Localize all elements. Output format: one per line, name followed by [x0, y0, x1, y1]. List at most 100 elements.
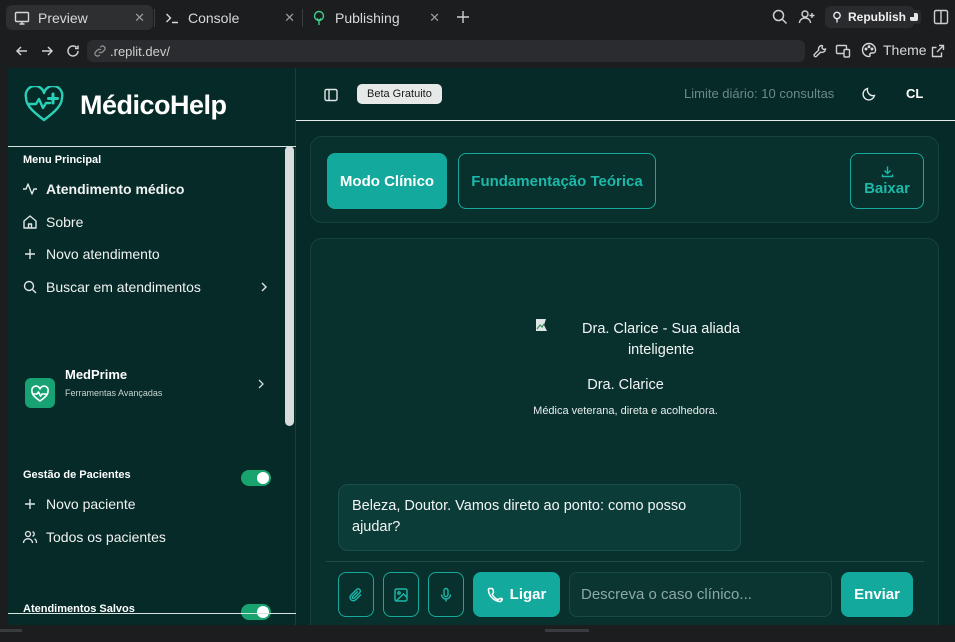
- avatar[interactable]: CL: [906, 86, 923, 101]
- daily-limit-text: Limite diário: 10 consultas: [684, 86, 835, 101]
- devtools-icon[interactable]: [907, 10, 921, 24]
- tab-label: Console: [188, 9, 240, 26]
- sidebar-item-atendimento[interactable]: Atendimento médico: [22, 178, 184, 200]
- republish-label: Republish: [848, 10, 907, 24]
- sidebar-toggle-icon[interactable]: [323, 87, 339, 103]
- divider: [296, 120, 955, 121]
- broken-image-icon: [535, 318, 551, 332]
- chat-panel: Dra. Clarice - Sua aliada inteligente Dr…: [310, 238, 939, 625]
- publish-icon: [311, 10, 327, 26]
- browser-tab-bar: Preview ✕ Console ✕ Publishing ✕ Republi…: [0, 0, 955, 34]
- theme-button[interactable]: Theme: [861, 42, 927, 58]
- main-content: Beta Gratuito Limite diário: 10 consulta…: [296, 68, 955, 625]
- republish-button[interactable]: Republish: [825, 6, 915, 28]
- paperclip-icon: [348, 587, 364, 603]
- sidebar-item-buscar[interactable]: Buscar em atendimentos: [22, 276, 201, 298]
- case-description-input[interactable]: [569, 572, 832, 617]
- sidebar-item-sobre[interactable]: Sobre: [22, 211, 83, 233]
- send-button[interactable]: Enviar: [841, 572, 913, 617]
- tab-console[interactable]: Console ✕: [156, 5, 303, 30]
- home-icon: [22, 214, 38, 230]
- tab-label: Publishing: [335, 9, 400, 26]
- monitor-icon: [14, 10, 30, 26]
- brand-name[interactable]: MédicoHelp: [80, 90, 227, 121]
- saved-toggle[interactable]: [241, 604, 271, 620]
- sidebar-item-novo-atendimento[interactable]: Novo atendimento: [22, 243, 160, 265]
- divider: [8, 613, 296, 614]
- plus-icon: [22, 246, 38, 262]
- tab-preview[interactable]: Preview ✕: [6, 5, 153, 30]
- sidebar-item-label: Atendimento médico: [46, 181, 185, 197]
- sidebar-item-label: Novo paciente: [46, 496, 136, 512]
- download-button[interactable]: Baixar: [850, 153, 924, 209]
- bot-name: Dra. Clarice: [587, 377, 664, 393]
- activity-icon: [22, 181, 38, 197]
- search-icon: [22, 279, 38, 295]
- attach-button[interactable]: [338, 572, 374, 617]
- sidebar-item-todos-pacientes[interactable]: Todos os pacientes: [22, 526, 166, 548]
- address-bar: .replit.dev/ Theme: [0, 34, 955, 68]
- clinical-mode-button[interactable]: Modo Clínico: [327, 153, 447, 209]
- sidebar-scrollbar[interactable]: [285, 146, 294, 426]
- tab-label: Preview: [38, 9, 88, 26]
- download-icon: [881, 165, 894, 178]
- tab-divider: [154, 9, 155, 27]
- call-label: Ligar: [509, 586, 547, 603]
- chevron-right-icon[interactable]: [258, 281, 270, 293]
- patients-group-title: Gestão de Pacientes: [23, 469, 131, 481]
- palette-icon: [861, 42, 877, 58]
- divider: [326, 561, 924, 562]
- sidebar-item-novo-paciente[interactable]: Novo paciente: [22, 493, 136, 515]
- bot-description: Médica veterana, direta e acolhedora.: [533, 405, 718, 417]
- reload-icon[interactable]: [65, 43, 81, 59]
- app-viewport: MédicoHelp Menu Principal Atendimento mé…: [8, 68, 955, 625]
- theory-mode-button[interactable]: Fundamentação Teórica: [458, 153, 656, 209]
- sidebar-item-label: Novo atendimento: [46, 246, 160, 262]
- plus-icon: [22, 496, 38, 512]
- moon-icon[interactable]: [861, 86, 877, 102]
- sidebar-item-label: Buscar em atendimentos: [46, 279, 201, 295]
- close-tab-icon[interactable]: ✕: [429, 10, 440, 26]
- theme-label: Theme: [883, 42, 927, 58]
- new-tab-icon[interactable]: [454, 8, 472, 26]
- medprime-title[interactable]: MedPrime: [65, 367, 127, 382]
- microphone-icon: [438, 587, 454, 603]
- add-user-icon[interactable]: [798, 8, 816, 26]
- link-icon: [93, 44, 107, 58]
- call-button[interactable]: Ligar: [473, 572, 560, 617]
- close-tab-icon[interactable]: ✕: [284, 10, 295, 26]
- divider: [8, 146, 296, 147]
- download-label: Baixar: [864, 180, 910, 197]
- sidebar-item-label: Sobre: [46, 214, 84, 230]
- wrench-icon[interactable]: [812, 43, 828, 59]
- close-tab-icon[interactable]: ✕: [134, 10, 145, 26]
- users-icon: [22, 529, 38, 545]
- medprime-subtitle: Ferramentas Avançadas: [65, 388, 163, 398]
- doctor-image-alt: Dra. Clarice - Sua aliada inteligente: [582, 321, 740, 358]
- devices-icon[interactable]: [835, 43, 851, 59]
- split-pane-icon[interactable]: [932, 8, 950, 26]
- phone-icon: [487, 587, 503, 603]
- image-upload-button[interactable]: [383, 572, 419, 617]
- medprime-heart-icon[interactable]: [25, 378, 55, 408]
- divider: [0, 629, 22, 632]
- open-external-icon[interactable]: [930, 43, 946, 59]
- chevron-right-icon[interactable]: [255, 378, 267, 390]
- back-arrow-icon[interactable]: [14, 43, 30, 59]
- sidebar: MédicoHelp Menu Principal Atendimento mé…: [8, 68, 296, 625]
- menu-group-title: Menu Principal: [23, 154, 102, 166]
- forward-arrow-icon[interactable]: [39, 43, 55, 59]
- heart-pulse-logo-icon: [24, 86, 64, 124]
- patients-toggle[interactable]: [241, 470, 271, 486]
- tab-publishing[interactable]: Publishing ✕: [303, 5, 448, 30]
- search-icon[interactable]: [771, 8, 789, 26]
- assistant-message: Beleza, Doutor. Vamos direto ao ponto: c…: [338, 484, 741, 551]
- mode-selector-card: Modo Clínico Fundamentação Teórica Baixa…: [310, 136, 939, 223]
- window-bottom-edge: [0, 625, 955, 642]
- sidebar-item-label: Todos os pacientes: [46, 529, 166, 545]
- url-text: .replit.dev/: [110, 43, 170, 59]
- url-field[interactable]: .replit.dev/: [87, 40, 805, 62]
- divider: [545, 629, 589, 632]
- terminal-icon: [164, 10, 180, 26]
- voice-input-button[interactable]: [428, 572, 464, 617]
